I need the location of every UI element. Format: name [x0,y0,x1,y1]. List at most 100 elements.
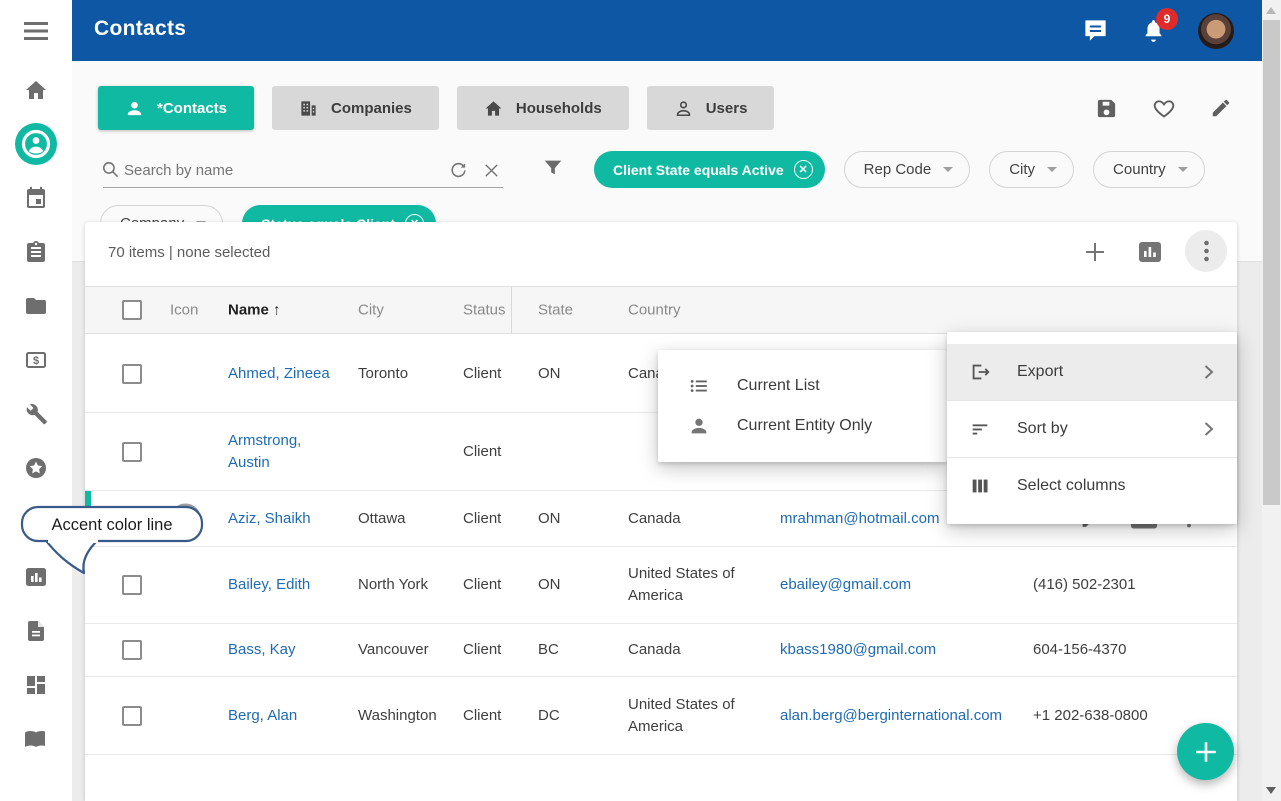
calendar-icon[interactable] [0,186,72,210]
contact-name-link[interactable]: Ahmed, Zineea [228,363,330,385]
column-header-city[interactable]: City [358,302,458,319]
sort-ascending-arrow: ↑ [273,302,281,319]
more-vert-icon[interactable] [1185,230,1227,272]
clear-search-icon[interactable] [483,162,500,179]
filter-funnel-icon[interactable] [542,157,564,179]
contact-name-link[interactable]: Armstrong, Austin [228,430,330,474]
refresh-icon[interactable] [449,161,468,180]
sort-icon [969,418,991,440]
columns-icon [969,475,991,497]
row-checkbox[interactable] [122,364,142,384]
context-menu: Export Sort by Select columns [947,332,1237,524]
billing-dollar-icon[interactable]: $ [0,348,72,372]
tools-wrench-icon[interactable] [0,402,72,426]
select-all-checkbox[interactable] [122,300,142,320]
tab-households[interactable]: Households [457,86,629,130]
contact-name-link[interactable]: Bailey, Edith [228,574,330,596]
table-header: Icon Name ↑ City Status State Country [85,286,1237,334]
menu-item-sort-by[interactable]: Sort by [947,401,1237,457]
column-header-status[interactable]: Status [463,302,535,319]
row-checkbox[interactable] [122,509,142,529]
entity-tabs: *Contacts Companies Households Users [98,86,774,130]
folder-icon[interactable] [0,294,72,318]
row-checkbox[interactable] [122,706,142,726]
accent-color-line [85,491,91,546]
page-title: Contacts [94,17,186,41]
tab-users[interactable]: Users [647,86,775,130]
row-checkbox[interactable] [122,640,142,660]
person-icon [125,99,144,118]
person-icon [688,415,710,437]
favorite-heart-icon[interactable] [1152,97,1176,120]
export-icon [969,361,991,383]
filter-chip-client-state[interactable]: Client State equals Active ✕ [594,151,825,188]
chevron-down-icon [1047,167,1057,172]
favorites-star-icon[interactable] [0,456,72,480]
submenu-item-current-entity-only[interactable]: Current Entity Only [658,406,947,446]
menu-item-export[interactable]: Export [947,344,1237,400]
scroll-down-arrow-icon[interactable] [1266,787,1276,794]
column-header-icon[interactable]: Icon [170,302,198,319]
save-icon[interactable] [1095,97,1118,120]
chevron-right-icon [1203,364,1215,380]
dashboard-icon[interactable] [0,673,72,697]
view-actions [1095,97,1232,120]
sidebar: $ [0,0,72,801]
building-icon [299,99,318,118]
remove-filter-icon[interactable]: ✕ [794,160,813,179]
frozen-columns-divider [511,287,512,333]
knowledgebase-book-icon[interactable] [0,727,72,751]
app-bar: Contacts 9 [72,0,1262,61]
user-avatar[interactable] [1198,13,1234,49]
column-header-country[interactable]: Country [628,302,778,319]
vertical-scrollbar[interactable] [1262,0,1281,801]
contact-name-link[interactable]: Berg, Alan [228,705,330,727]
notifications-bell-icon[interactable]: 9 [1141,17,1166,44]
filter-chip-country[interactable]: Country [1093,151,1205,188]
search-icon [101,160,120,179]
scroll-up-arrow-icon[interactable] [1266,7,1276,14]
notification-count-badge: 9 [1156,8,1178,30]
submenu-item-current-list[interactable]: Current List [658,366,947,406]
add-icon[interactable] [1083,240,1107,264]
export-submenu: Current List Current Entity Only [658,350,947,462]
filter-chip-rep-code[interactable]: Rep Code [844,151,971,188]
table-row[interactable]: Berg, Alan Washington Client DC United S… [85,677,1237,755]
documents-icon[interactable] [0,619,72,643]
home-icon [484,99,503,118]
list-icon [688,375,710,397]
contact-name-link[interactable]: Bass, Kay [228,639,330,661]
edit-pencil-icon[interactable] [1210,97,1232,120]
chat-icon[interactable] [1082,17,1109,44]
items-summary: 70 items | none selected [108,244,270,261]
tasks-clipboard-icon[interactable] [0,240,72,264]
contacts-icon[interactable] [0,122,72,166]
filter-chip-city[interactable]: City [989,151,1074,188]
svg-text:$: $ [33,355,39,367]
row-checkbox[interactable] [122,575,142,595]
menu-item-select-columns[interactable]: Select columns [947,458,1237,514]
search-underline [103,187,503,188]
contact-email-link[interactable]: kbass1980@gmail.com [780,639,1030,661]
person-outline-icon [674,99,693,118]
column-header-state[interactable]: State [538,302,618,319]
table-row[interactable]: Bass, Kay Vancouver Client BC Canada kba… [85,624,1237,677]
row-checkbox[interactable] [122,442,142,462]
add-contact-fab[interactable] [1177,723,1234,780]
reports-chart-icon[interactable] [0,565,72,589]
chevron-down-icon [1178,167,1188,172]
home-icon[interactable] [0,78,72,102]
contact-email-link[interactable]: ebailey@gmail.com [780,574,1030,596]
filter-chips-row1: Client State equals Active ✕ Rep Code Ci… [594,151,1205,188]
scrollbar-thumb[interactable] [1263,20,1280,505]
search-input[interactable] [124,156,414,184]
chart-view-icon[interactable] [1138,241,1162,263]
column-header-name[interactable]: Name ↑ [228,302,330,319]
contact-initials-avatar[interactable]: SA [170,503,201,534]
table-row[interactable]: Bailey, Edith North York Client ON Unite… [85,547,1237,624]
contact-name-link[interactable]: Aziz, Shaikh [228,508,330,530]
tab-companies[interactable]: Companies [272,86,439,130]
menu-icon[interactable] [0,19,72,43]
contact-email-link[interactable]: alan.berg@berginternational.com [780,705,1030,727]
tab-contacts[interactable]: *Contacts [98,86,254,130]
